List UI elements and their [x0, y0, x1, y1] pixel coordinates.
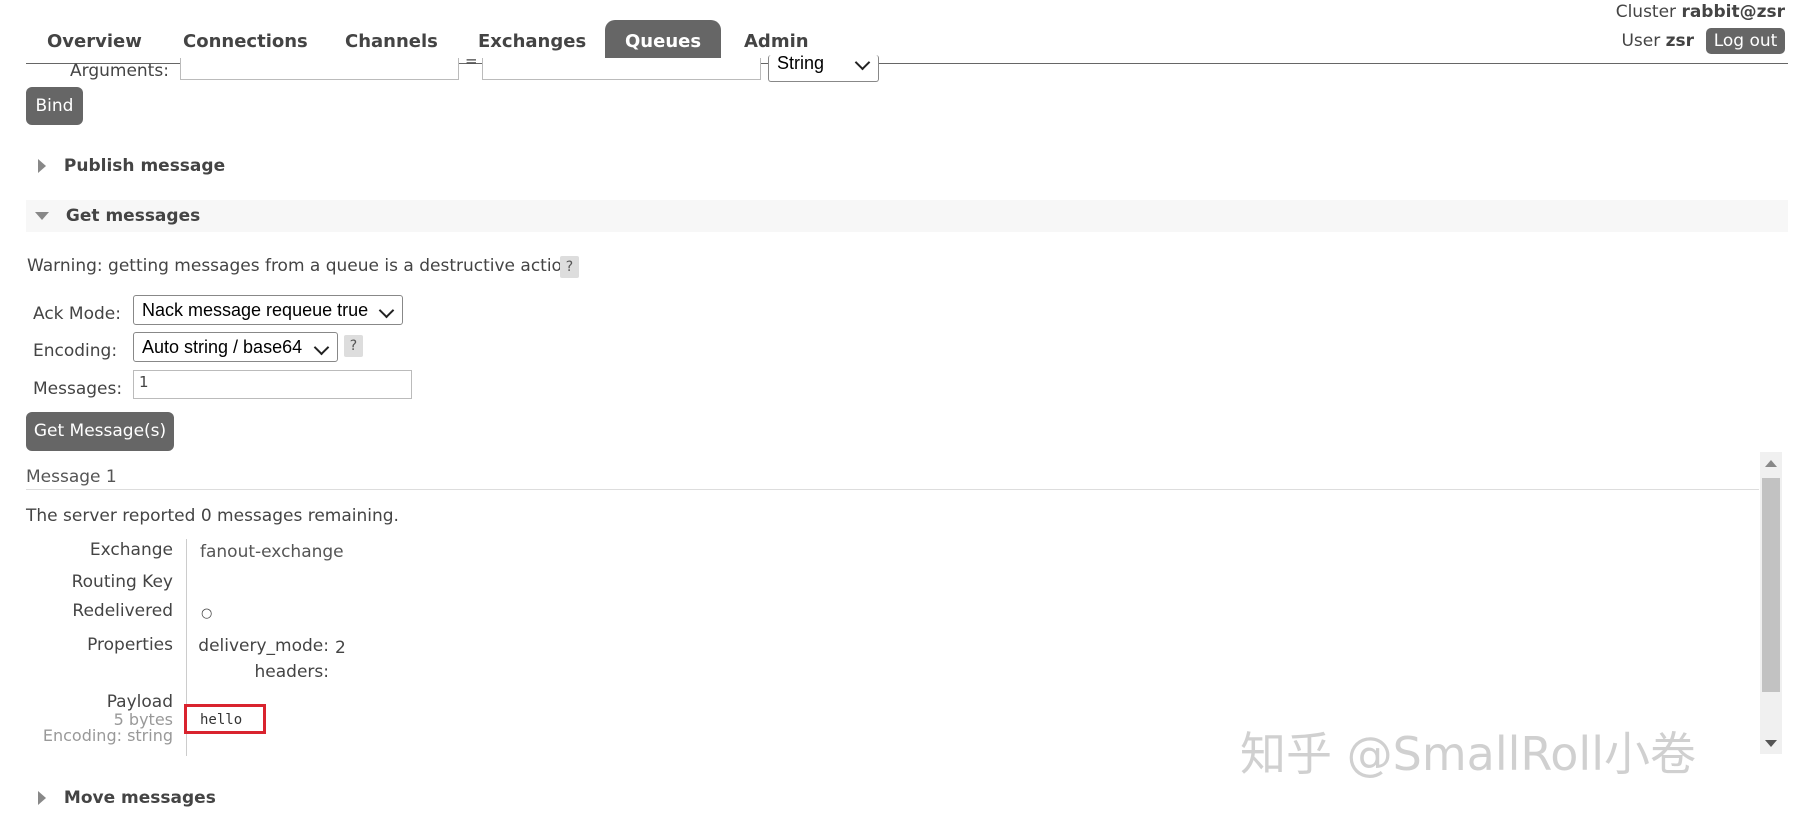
message-divider [26, 489, 1759, 490]
chevron-down-icon [854, 55, 871, 71]
payload-value: hello [200, 712, 243, 728]
expand-icon [38, 791, 46, 805]
equals-sign: = [465, 52, 478, 70]
get-messages-band [26, 200, 1788, 232]
collapse-icon [35, 212, 49, 220]
encoding-help-icon[interactable]: ? [344, 335, 363, 357]
bind-button[interactable]: Bind [26, 87, 83, 125]
argument-value-input[interactable] [482, 58, 761, 80]
move-messages-title: Move messages [63, 788, 216, 808]
exchange-value: fanout-exchange [200, 542, 344, 562]
argument-key-input[interactable] [180, 58, 459, 80]
properties-label: Properties [87, 635, 173, 655]
get-messages-title: Get messages [65, 206, 201, 226]
cluster-name: rabbit@zsr [1681, 2, 1785, 22]
scroll-down-arrow-icon[interactable] [1765, 740, 1777, 747]
messages-count-input[interactable]: 1 [133, 370, 412, 399]
cluster-info: Cluster rabbit@zsr [1616, 2, 1785, 22]
chevron-down-icon [313, 339, 330, 356]
user-info: User zsr [1621, 31, 1694, 51]
encoding-label: Encoding: [33, 341, 118, 361]
arguments-label: Arguments: [70, 61, 169, 81]
headers-label: headers: [254, 662, 329, 682]
remaining-prefix: The server reported [26, 506, 201, 526]
get-messages-header[interactable]: Get messages [35, 206, 200, 226]
payload-encoding: Encoding: string [42, 726, 173, 745]
routing-key-label: Routing Key [71, 572, 173, 592]
encoding-value: Auto string / base64 [142, 337, 303, 357]
redelivered-value: ○ [201, 606, 213, 621]
scroll-up-arrow-icon[interactable] [1765, 460, 1777, 467]
encoding-select[interactable]: Auto string / base64 [133, 332, 338, 362]
argument-type-select[interactable]: String [768, 55, 879, 82]
logout-button[interactable]: Log out [1706, 28, 1785, 54]
publish-message-header[interactable]: Publish message [38, 156, 225, 176]
chevron-down-icon [378, 302, 395, 319]
argument-type-value: String [777, 55, 825, 73]
ack-mode-label: Ack Mode: [33, 304, 121, 324]
user-name: zsr [1665, 31, 1694, 51]
tab-overview[interactable]: Overview [27, 20, 162, 64]
exchange-label: Exchange [89, 540, 173, 560]
delivery-mode-label: delivery_mode: [198, 636, 329, 656]
publish-message-title: Publish message [63, 156, 226, 176]
remaining-suffix: messages remaining. [211, 506, 399, 526]
remaining-count: 0 [200, 506, 212, 526]
watermark: 知乎 @SmallRoll小卷 [1240, 727, 1696, 781]
redelivered-label: Redelivered [72, 601, 173, 621]
scrollbar-thumb[interactable] [1762, 478, 1780, 692]
warning-help-icon[interactable]: ? [560, 256, 579, 278]
user-label: User [1621, 31, 1661, 51]
messages-label: Messages: [33, 379, 123, 399]
delivery-mode-value: 2 [335, 638, 346, 658]
move-messages-header[interactable]: Move messages [38, 788, 216, 808]
expand-icon [38, 159, 46, 173]
payload-label: Payload [106, 692, 173, 712]
cluster-label: Cluster [1615, 2, 1677, 22]
ack-mode-value: Nack message requeue true [142, 300, 369, 320]
ack-mode-select[interactable]: Nack message requeue true [133, 295, 403, 325]
remaining-text: The server reported 0 messages remaining… [26, 506, 399, 526]
destructive-warning: Warning: getting messages from a queue i… [27, 256, 579, 276]
get-messages-button[interactable]: Get Message(s) [26, 412, 174, 451]
message-title: Message 1 [26, 467, 117, 487]
